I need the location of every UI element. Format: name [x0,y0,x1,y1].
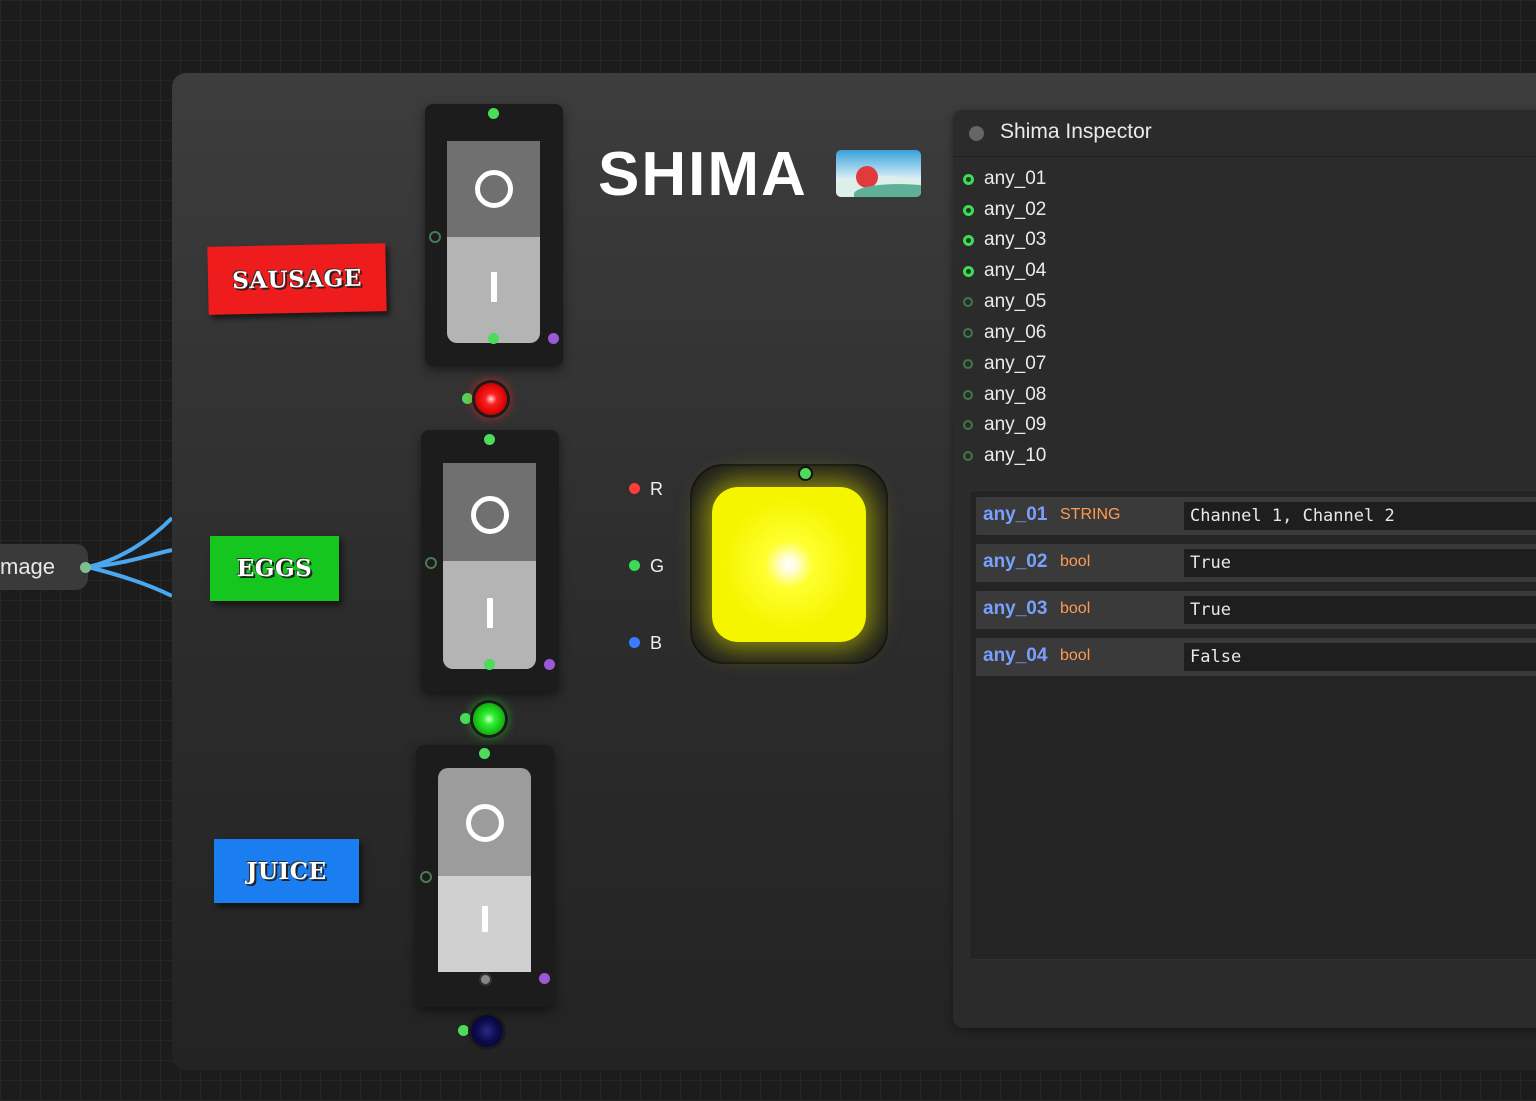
shima-logo-text: SHIMA [598,140,808,209]
port-label: any_05 [984,291,1047,312]
row-type: bool [1060,647,1091,664]
switch-output-port[interactable] [484,659,495,670]
b-input-port[interactable] [629,637,640,648]
port-connected-icon [963,266,974,277]
g-input-label: G [650,556,665,576]
switch-left-port[interactable] [425,557,437,569]
switch-side-port[interactable] [548,333,559,344]
led-input-port[interactable] [460,713,471,724]
row-value[interactable]: Channel 1, Channel 2 [1184,502,1536,530]
port-connected-icon [963,205,974,216]
port-label: any_06 [984,322,1047,343]
juice-led [471,1015,503,1047]
switch-output-port[interactable] [479,973,492,986]
table-row: any_03 bool True [976,591,1536,629]
row-type: bool [1060,600,1091,617]
g-input-port[interactable] [629,560,640,571]
sausage-led [475,383,507,415]
port-label: any_02 [984,199,1047,220]
b-input-label: B [650,633,663,653]
row-value[interactable]: True [1184,549,1536,577]
image-node-label: mage [0,554,56,579]
eggs-button-label: EGGS [236,555,313,582]
port-label: any_01 [984,168,1047,189]
row-value[interactable]: True [1184,596,1536,624]
switch-output-port[interactable] [488,333,499,344]
port-label: any_04 [984,260,1047,281]
port-label: any_09 [984,414,1047,435]
switch-left-port[interactable] [420,871,432,883]
switch-input-port[interactable] [479,748,490,759]
row-name: any_01 [983,504,1048,525]
inspector-title: Shima Inspector [1000,120,1152,143]
port-empty-icon [963,297,973,307]
color-output-port[interactable] [798,466,813,481]
collapse-dot-icon[interactable] [969,126,984,141]
table-row: any_01 STRING Channel 1, Channel 2 [976,497,1536,535]
port-empty-icon [963,420,973,430]
port-connected-icon [963,235,974,246]
row-value[interactable]: False [1184,643,1536,671]
port-label: any_03 [984,229,1047,250]
port-empty-icon [963,390,973,400]
power-on-icon [491,272,497,302]
inspector-panel: Shima Inspector any_01 any_02 any_03 any… [953,110,1536,1028]
sausage-button[interactable]: SAUSAGE [207,243,387,315]
juice-button[interactable]: JUICE [214,839,359,903]
power-on-icon [482,906,488,932]
eggs-button[interactable]: EGGS [210,536,339,601]
switch-input-port[interactable] [488,108,499,119]
row-name: any_03 [983,598,1048,619]
switch-side-port[interactable] [544,659,555,670]
row-type: bool [1060,553,1091,570]
port-empty-icon [963,359,973,369]
power-on-icon [487,598,493,628]
image-output-port[interactable] [80,562,91,573]
sausage-rocker-switch[interactable] [447,127,540,343]
inspector-header: Shima Inspector [953,110,1536,157]
color-output-button[interactable] [712,487,866,642]
port-label: any_07 [984,353,1047,374]
switch-input-port[interactable] [484,434,495,445]
power-off-icon [466,804,504,842]
power-off-icon [475,170,513,208]
table-row: any_04 bool False [976,638,1536,676]
row-name: any_04 [983,645,1048,666]
shima-logo-icon [836,150,921,197]
port-empty-icon [963,328,973,338]
sausage-button-label: SAUSAGE [231,264,363,294]
eggs-led [473,703,505,735]
juice-rocker-switch[interactable] [438,768,531,984]
eggs-rocker-switch[interactable] [443,453,536,669]
image-node[interactable]: mage [0,544,88,590]
port-empty-icon [963,451,973,461]
switch-side-port[interactable] [539,973,550,984]
switch-left-port[interactable] [429,231,441,243]
led-input-port[interactable] [462,393,473,404]
r-input-port[interactable] [629,483,640,494]
row-name: any_02 [983,551,1048,572]
port-label: any_10 [984,445,1047,466]
row-type: STRING [1060,506,1121,523]
port-connected-icon [963,174,974,185]
led-input-port[interactable] [458,1025,469,1036]
port-label: any_08 [984,384,1047,405]
r-input-label: R [650,479,663,499]
juice-button-label: JUICE [246,857,327,885]
inspector-values-table: any_01 STRING Channel 1, Channel 2 any_0… [969,490,1536,960]
power-off-icon [471,496,509,534]
table-row: any_02 bool True [976,544,1536,582]
